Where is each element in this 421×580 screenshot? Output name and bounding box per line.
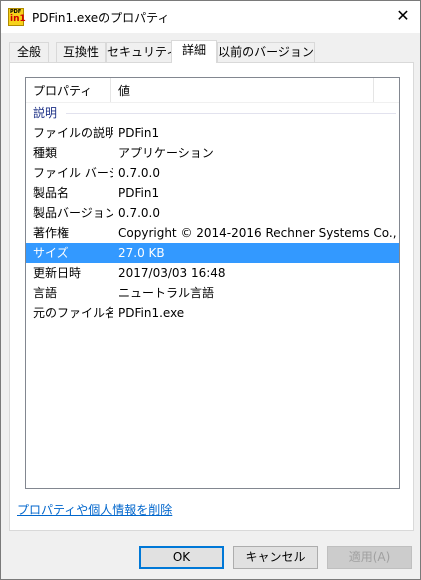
group-divider: [66, 113, 396, 114]
property-value: ニュートラル言語: [118, 286, 215, 300]
details-panel: プロパティ 値 説明 ファイルの説明 PDFin1 種類 アプリケーション ファ…: [9, 62, 414, 531]
properties-list[interactable]: プロパティ 値 説明 ファイルの説明 PDFin1 種類 アプリケーション ファ…: [25, 77, 400, 489]
table-row[interactable]: 製品バージョン 0.7.0.0: [26, 203, 399, 223]
table-row[interactable]: 言語 ニュートラル言語: [26, 283, 399, 303]
property-value: 2017/03/03 16:48: [118, 266, 226, 280]
title-bar[interactable]: PDF in1 PDFin1.exeのプロパティ ✕: [1, 1, 420, 33]
cancel-button[interactable]: キャンセル: [233, 546, 318, 569]
property-name: ファイルの説明: [33, 126, 113, 140]
property-name: 種類: [33, 146, 58, 160]
property-value: 0.7.0.0: [118, 206, 160, 220]
tab-general[interactable]: 全般: [9, 42, 49, 62]
tab-compatibility[interactable]: 互換性: [56, 42, 106, 62]
property-name: ファイル バージョン: [33, 166, 113, 180]
table-row-selected[interactable]: サイズ 27.0 KB: [26, 243, 399, 263]
column-header-property[interactable]: プロパティ: [26, 78, 110, 102]
close-button[interactable]: ✕: [386, 1, 420, 31]
table-row[interactable]: ファイル バージョン 0.7.0.0: [26, 163, 399, 183]
tab-general-label: 全般: [16, 45, 41, 59]
property-value: 0.7.0.0: [118, 166, 160, 180]
remove-properties-link[interactable]: プロパティや個人情報を削除: [17, 501, 172, 518]
app-icon-text-bottom: in1: [10, 14, 26, 24]
properties-dialog: PDF in1 PDFin1.exeのプロパティ ✕ 全般 互換性 セキュリティ…: [0, 0, 421, 580]
group-header-description: 説明: [33, 106, 58, 120]
apply-button[interactable]: 適用(A): [327, 546, 412, 569]
property-value: アプリケーション: [118, 146, 214, 160]
column-divider[interactable]: [373, 78, 374, 102]
property-value: 27.0 KB: [118, 246, 165, 260]
tab-details-label: 詳細: [181, 43, 206, 57]
tab-compatibility-label: 互換性: [62, 45, 99, 59]
property-name: 言語: [33, 286, 58, 300]
table-row[interactable]: 更新日時 2017/03/03 16:48: [26, 263, 399, 283]
table-row[interactable]: ファイルの説明 PDFin1: [26, 123, 399, 143]
tab-security[interactable]: セキュリティ: [106, 42, 178, 62]
table-row[interactable]: 製品名 PDFin1: [26, 183, 399, 203]
property-value: PDFin1: [118, 126, 160, 140]
property-name: 製品名: [33, 186, 70, 200]
property-value: PDFin1: [118, 186, 160, 200]
list-header: プロパティ 値: [26, 78, 399, 103]
property-value: Copyright © 2014-2016 Rechner Systems Co…: [118, 226, 396, 240]
close-icon: ✕: [396, 6, 410, 25]
table-row[interactable]: 種類 アプリケーション: [26, 143, 399, 163]
property-name: 更新日時: [33, 266, 82, 280]
column-header-value[interactable]: 値: [111, 78, 373, 102]
tab-previous-versions[interactable]: 以前のバージョン: [217, 42, 315, 62]
property-name: サイズ: [33, 246, 69, 260]
pdfin1-app-icon: PDF in1: [8, 8, 26, 26]
table-row[interactable]: 著作権 Copyright © 2014-2016 Rechner System…: [26, 223, 399, 243]
tab-previous-versions-label: 以前のバージョン: [218, 45, 314, 59]
property-value: PDFin1.exe: [118, 306, 185, 320]
table-row[interactable]: 元のファイル名 PDFin1.exe: [26, 303, 399, 323]
property-name: 元のファイル名: [33, 306, 113, 320]
window-title: PDFin1.exeのプロパティ: [32, 11, 170, 25]
property-name: 著作権: [33, 226, 70, 240]
tab-security-label: セキュリティ: [107, 45, 179, 59]
tab-details[interactable]: 詳細: [171, 40, 217, 63]
property-name: 製品バージョン: [33, 206, 113, 220]
ok-button[interactable]: OK: [139, 546, 224, 569]
